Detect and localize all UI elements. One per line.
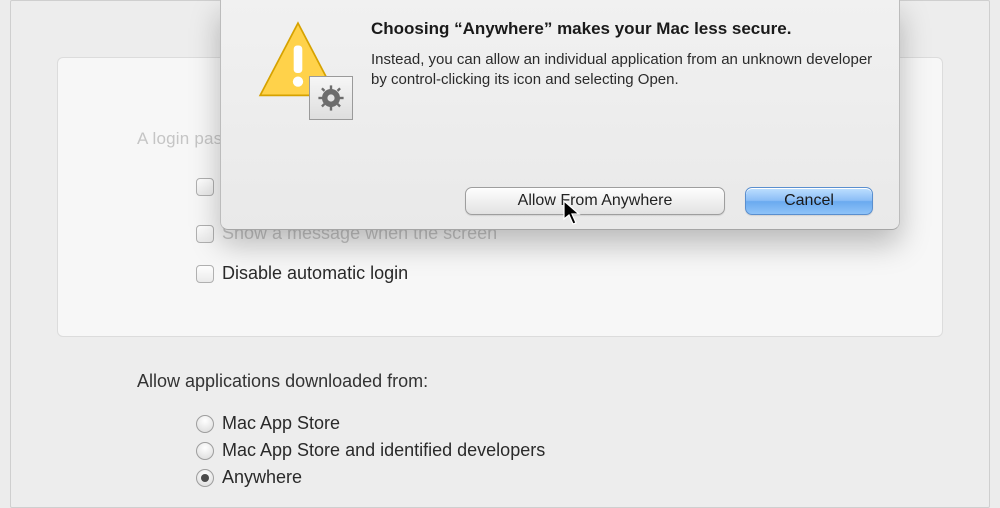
gear-icon [309, 76, 353, 120]
allow-applications-radio-group: Mac App Store Mac App Store and identifi… [196, 413, 545, 494]
disable-auto-login-label: Disable automatic login [222, 263, 408, 284]
confirmation-dialog: Choosing “Anywhere” makes your Mac less … [220, 0, 900, 230]
radio-identified-developers[interactable] [196, 442, 214, 460]
radio-mac-app-store-row[interactable]: Mac App Store [196, 413, 545, 434]
dialog-body: Instead, you can allow an individual app… [371, 50, 877, 91]
radio-anywhere-row[interactable]: Anywhere [196, 467, 545, 488]
allow-applications-title: Allow applications downloaded from: [137, 371, 428, 392]
radio-anywhere-label: Anywhere [222, 467, 302, 488]
radio-mac-app-store[interactable] [196, 415, 214, 433]
radio-identified-developers-label: Mac App Store and identified developers [222, 440, 545, 461]
show-message-checkbox[interactable] [196, 225, 214, 243]
radio-identified-developers-row[interactable]: Mac App Store and identified developers [196, 440, 545, 461]
radio-anywhere[interactable] [196, 469, 214, 487]
dialog-title: Choosing “Anywhere” makes your Mac less … [371, 18, 877, 40]
disable-auto-login-checkbox[interactable] [196, 265, 214, 283]
require-password-checkbox[interactable] [196, 178, 214, 196]
radio-mac-app-store-label: Mac App Store [222, 413, 340, 434]
cancel-button[interactable]: Cancel [745, 187, 873, 215]
disable-auto-login-row: Disable automatic login [196, 263, 408, 284]
allow-from-anywhere-button[interactable]: Allow From Anywhere [465, 187, 725, 215]
